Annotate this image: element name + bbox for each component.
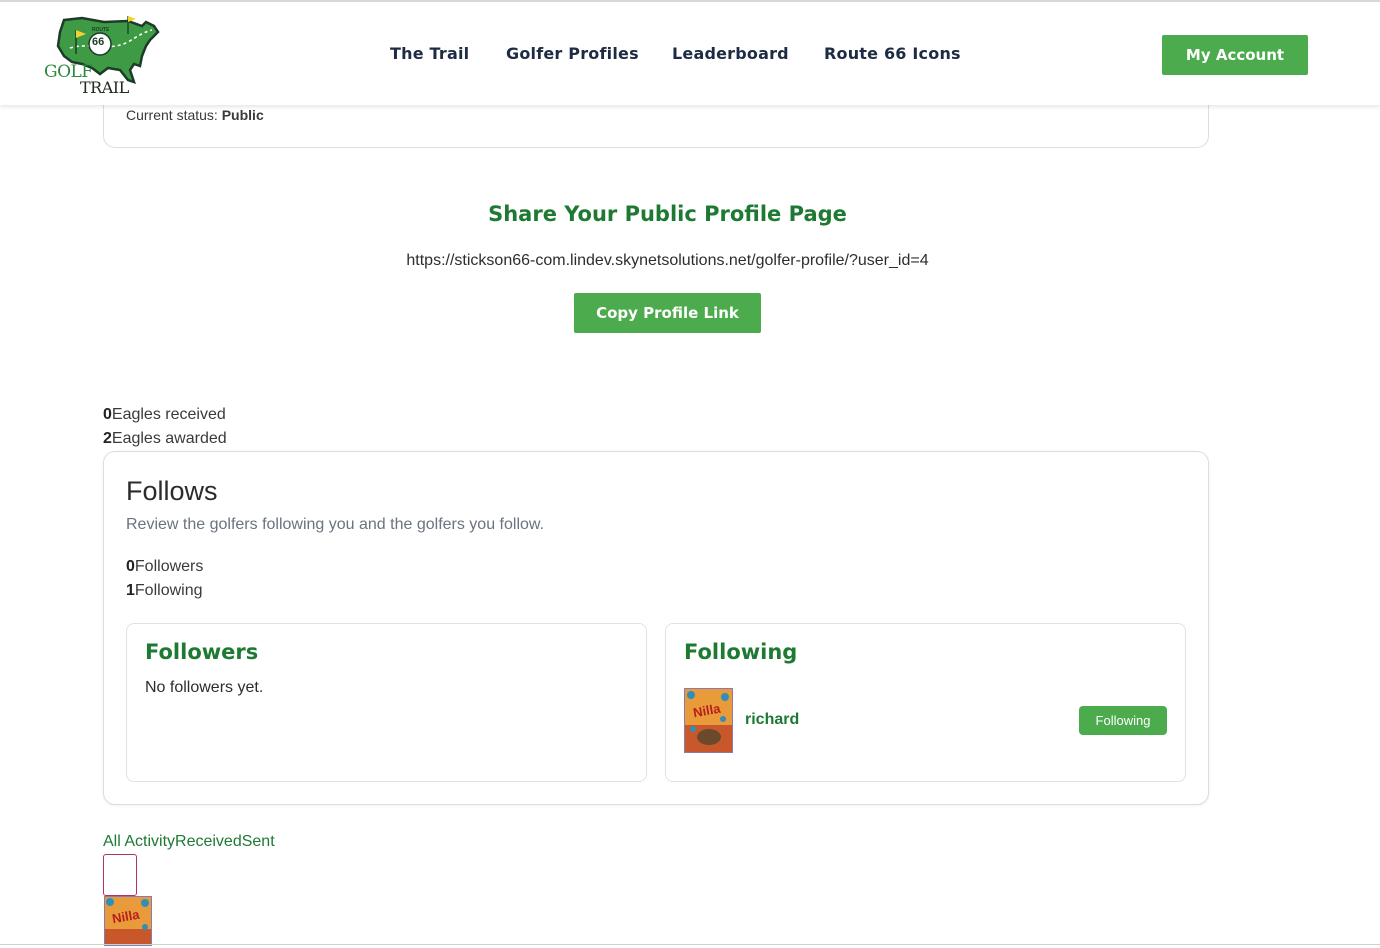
following-count: 1 [126, 582, 135, 599]
following-stat: 1Following [126, 582, 203, 600]
tab-all-activity[interactable]: All Activity [103, 833, 175, 851]
eagles-awarded: 2Eagles awarded [103, 430, 227, 448]
eagles-received: 0Eagles received [103, 406, 226, 424]
follows-title: Follows [126, 476, 218, 506]
activity-tabs: All Activity Received Sent [103, 833, 275, 851]
followers-label: Followers [134, 558, 204, 575]
my-account-button[interactable]: My Account [1162, 35, 1308, 75]
activity-avatar[interactable]: Nilla [104, 896, 152, 946]
site-header: ROUTE 66 GOLF TRAIL The Trail Golfer Pro… [0, 2, 1380, 105]
profile-status: Current status: Public [126, 107, 264, 123]
bottom-border [0, 944, 1380, 945]
tab-received[interactable]: Received [175, 833, 242, 851]
following-panel-title: Following [684, 640, 798, 664]
following-username[interactable]: richard [745, 711, 799, 729]
eagles-awarded-label: Eagles awarded [111, 430, 227, 447]
eagles-awarded-count: 2 [103, 430, 112, 447]
logo-trail-text: TRAIL [80, 78, 129, 97]
nilla-box-image-icon [685, 689, 732, 752]
logo-route-text: ROUTE [92, 27, 110, 33]
status-label: Current status: [126, 107, 218, 123]
no-followers-text: No followers yet. [145, 679, 264, 696]
followers-stat: 0Followers [126, 558, 203, 576]
logo-66-badge: 66 [92, 36, 105, 48]
followers-panel-title: Followers [145, 640, 259, 664]
nav-leaderboard[interactable]: Leaderboard [672, 44, 789, 63]
status-value: Public [221, 107, 264, 123]
activity-empty-box [103, 854, 137, 896]
followers-count: 0 [126, 558, 135, 575]
eagles-received-label: Eagles received [111, 406, 226, 423]
tab-sent[interactable]: Sent [242, 833, 275, 851]
follows-subtitle: Review the golfers following you and the… [126, 516, 545, 533]
following-button[interactable]: Following [1079, 706, 1167, 735]
eagles-received-count: 0 [103, 406, 112, 423]
profile-url: https://stickson66-com.lindev.skynetsolu… [406, 252, 929, 269]
golf-trail-logo[interactable]: ROUTE 66 GOLF TRAIL [42, 12, 164, 98]
nav-route-66-icons[interactable]: Route 66 Icons [824, 44, 961, 63]
avatar[interactable]: Nilla [684, 688, 733, 753]
nav-golfer-profiles[interactable]: Golfer Profiles [506, 44, 639, 63]
share-title: Share Your Public Profile Page [488, 202, 847, 226]
copy-profile-link-button[interactable]: Copy Profile Link [574, 293, 761, 333]
following-label: Following [134, 582, 203, 599]
nav-the-trail[interactable]: The Trail [390, 44, 469, 63]
